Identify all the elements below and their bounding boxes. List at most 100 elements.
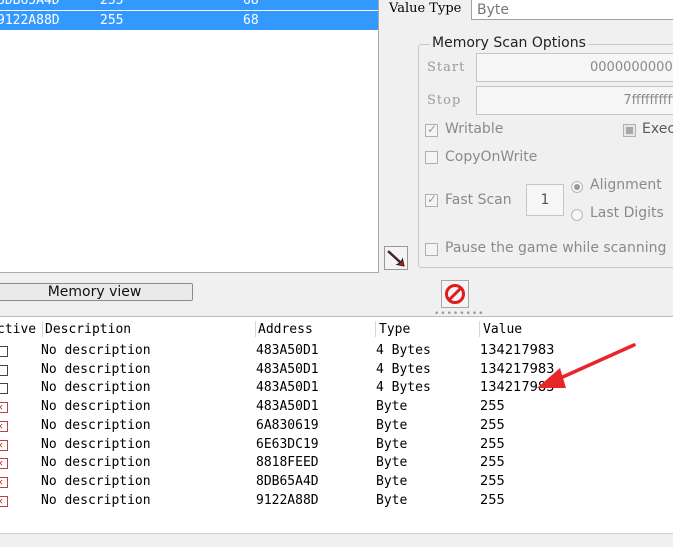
alignment-label: Alignment (590, 177, 662, 193)
copyonwrite-checkbox[interactable] (425, 151, 438, 164)
row-type: 4 Bytes (376, 343, 431, 358)
value-type-label: Value Type (389, 1, 462, 16)
result-row[interactable]: 8DB65A4D 255 68 (0, 0, 378, 10)
copyonwrite-label: CopyOnWrite (445, 149, 538, 165)
panel-splitter[interactable] (0, 310, 673, 317)
stop-address-input[interactable]: 7fffffffffff (476, 86, 673, 115)
row-type: Byte (376, 455, 408, 471)
row-value: 255 (480, 399, 505, 415)
row-address: 483A50D1 (256, 361, 319, 377)
row-value: 134217983 (480, 361, 555, 377)
start-address-input[interactable]: 00000000000 (476, 53, 673, 82)
executable-label: Exec (642, 121, 673, 137)
table-row[interactable]: No description 483A50D1 4 Bytes 134217983 (0, 342, 673, 361)
row-description: No description (41, 492, 151, 508)
table-row[interactable]: No description 8818FEED Byte 255 (0, 454, 673, 473)
row-value: 255 (480, 436, 505, 452)
address-list-header: ctive Description Address Type Value (0, 322, 673, 338)
row-value: 255 (480, 492, 505, 508)
row-description: No description (41, 361, 151, 377)
row-address: 483A50D1 (256, 380, 319, 396)
result-row[interactable]: 9122A88D 255 68 (0, 11, 378, 30)
fast-scan-label: Fast Scan (445, 192, 512, 208)
active-checkbox[interactable] (0, 474, 8, 492)
last-digits-label: Last Digits (590, 205, 664, 221)
row-description: No description (41, 380, 151, 396)
row-description: No description (41, 343, 151, 358)
row-value: 255 (480, 455, 505, 471)
result-value: 255 (100, 13, 124, 28)
row-address: 6E63DC19 (256, 436, 319, 452)
alignment-radio[interactable] (571, 181, 583, 193)
table-row[interactable]: No description 9122A88D Byte 255 (0, 492, 673, 511)
row-value: 134217983 (480, 343, 555, 358)
row-type: Byte (376, 492, 408, 508)
column-separator (479, 321, 480, 337)
row-type: Byte (376, 473, 408, 489)
active-checkbox[interactable] (0, 364, 8, 376)
row-type: 4 Bytes (376, 380, 431, 396)
table-row[interactable]: No description 483A50D1 4 Bytes 134217983 (0, 379, 673, 398)
header-type[interactable]: Type (379, 322, 410, 337)
active-checkbox[interactable] (0, 383, 8, 395)
row-value: 134217983 (480, 380, 555, 396)
column-separator (255, 321, 256, 337)
add-to-address-list-button[interactable] (384, 246, 408, 270)
result-previous: 68 (243, 13, 259, 28)
writable-checkbox[interactable] (425, 122, 438, 137)
row-address: 8DB65A4D (256, 473, 319, 489)
fast-scan-input[interactable]: 1 (526, 184, 564, 216)
writable-label: Writable (445, 121, 504, 137)
result-address: 8DB65A4D (0, 0, 60, 8)
row-type: Byte (376, 399, 408, 415)
column-separator (42, 321, 43, 337)
address-list[interactable]: ctive Description Address Type Value No … (0, 317, 673, 533)
row-value: 255 (480, 473, 505, 489)
row-description: No description (41, 436, 151, 452)
result-value: 255 (100, 0, 124, 8)
row-address: 9122A88D (256, 492, 319, 508)
row-address: 6A830619 (256, 417, 319, 433)
header-value[interactable]: Value (483, 322, 522, 337)
column-separator (375, 321, 376, 337)
table-row[interactable]: No description 6E63DC19 Byte 255 (0, 436, 673, 455)
value-type-select[interactable]: Byte (471, 0, 673, 20)
stop-scan-button[interactable] (441, 280, 469, 308)
active-checkbox[interactable] (0, 399, 8, 417)
memory-view-button[interactable]: Memory view (0, 283, 193, 301)
result-address: 9122A88D (0, 13, 60, 28)
pause-game-checkbox[interactable] (425, 243, 438, 256)
active-checkbox[interactable] (0, 493, 8, 511)
executable-checkbox[interactable] (623, 124, 636, 137)
table-row[interactable]: No description 483A50D1 4 Bytes 134217983 (0, 361, 673, 380)
row-address: 483A50D1 (256, 343, 319, 358)
row-type: Byte (376, 417, 408, 433)
active-checkbox[interactable] (0, 418, 8, 436)
header-address[interactable]: Address (258, 322, 313, 337)
memory-scan-options-title: Memory Scan Options (430, 35, 588, 51)
table-row[interactable]: No description 8DB65A4D Byte 255 (0, 473, 673, 492)
fast-scan-checkbox[interactable] (425, 192, 438, 207)
row-type: Byte (376, 436, 408, 452)
status-strip (0, 533, 673, 547)
stop-icon (445, 284, 465, 304)
row-description: No description (41, 473, 151, 489)
table-row[interactable]: No description 6A830619 Byte 255 (0, 417, 673, 436)
header-description[interactable]: Description (45, 322, 131, 337)
row-type: 4 Bytes (376, 361, 431, 377)
active-checkbox[interactable] (0, 346, 8, 357)
scan-results-list[interactable]: 8DB65A4D 255 68 9122A88D 255 68 (0, 0, 379, 273)
row-value: 255 (480, 417, 505, 433)
active-checkbox[interactable] (0, 437, 8, 455)
active-checkbox[interactable] (0, 455, 8, 473)
header-active[interactable]: ctive (0, 322, 36, 337)
result-previous: 68 (243, 0, 259, 8)
red-arrow-icon (387, 250, 405, 267)
row-address: 483A50D1 (256, 399, 319, 415)
table-row[interactable]: No description 483A50D1 Byte 255 (0, 398, 673, 417)
row-description: No description (41, 455, 151, 471)
pause-game-label: Pause the game while scanning (445, 240, 667, 256)
row-description: No description (41, 399, 151, 415)
last-digits-radio[interactable] (571, 209, 583, 221)
stop-label: Stop (427, 93, 462, 108)
